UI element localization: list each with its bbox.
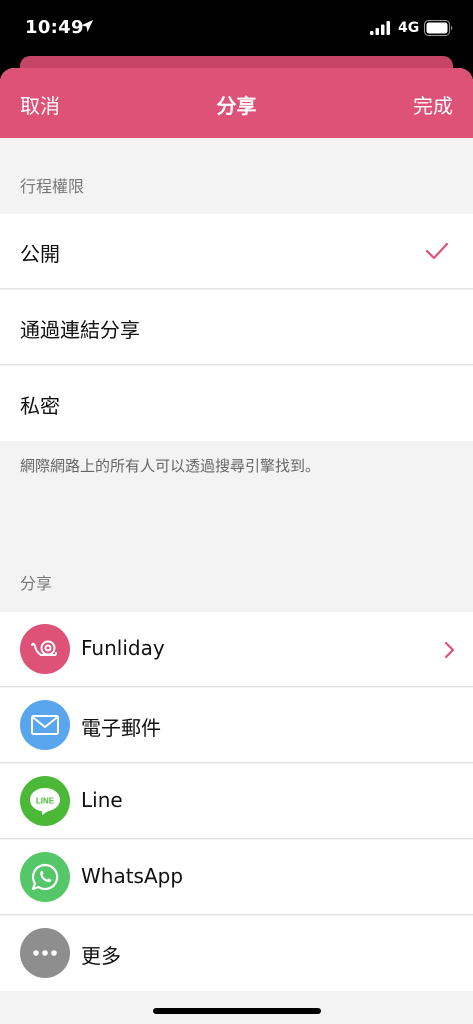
navigation-bar: 分享 取消 完成: [0, 68, 473, 138]
share-item-line[interactable]: LINE Line: [0, 764, 473, 839]
share-item-label: WhatsApp: [81, 864, 184, 888]
privacy-section-header: 行程權限: [20, 177, 85, 196]
privacy-section-footer: 網際網路上的所有人可以透過搜尋引擎找到。: [20, 457, 321, 475]
row-divider: [0, 762, 473, 763]
battery-icon: [424, 20, 453, 36]
privacy-option-label: 公開: [20, 242, 60, 266]
status-bar: 10:49 4G: [0, 0, 473, 56]
status-time: 10:49: [25, 17, 84, 38]
whatsapp-icon: [20, 852, 70, 902]
row-divider: [0, 288, 473, 289]
chevron-right-icon: [444, 641, 455, 659]
privacy-option-label: 私密: [20, 394, 60, 418]
share-item-whatsapp[interactable]: WhatsApp: [0, 840, 473, 915]
cancel-button[interactable]: 取消: [20, 90, 60, 119]
share-sheet: 分享 取消 完成 行程權限 公開 通過連結分享 私密 網際網路上的所有人可以透過…: [0, 68, 473, 1024]
line-icon: LINE: [20, 776, 70, 826]
cellular-signal-icon: [370, 21, 390, 35]
share-item-more[interactable]: 更多: [0, 916, 473, 991]
share-item-label: Funliday: [81, 636, 165, 660]
share-item-label: Line: [81, 788, 123, 812]
share-item-funliday[interactable]: Funliday: [0, 612, 473, 687]
location-arrow-icon: [81, 20, 93, 32]
checkmark-icon: [425, 242, 449, 260]
share-item-label: 更多: [81, 944, 121, 968]
share-item-email[interactable]: 電子郵件: [0, 688, 473, 763]
share-item-label: 電子郵件: [81, 716, 161, 740]
page-title: 分享: [216, 94, 257, 118]
home-indicator[interactable]: [153, 1008, 321, 1014]
more-icon: [20, 928, 70, 978]
network-type: 4G: [398, 20, 420, 36]
privacy-option-label: 通過連結分享: [20, 318, 140, 342]
share-section-header: 分享: [20, 574, 53, 593]
row-divider: [0, 686, 473, 687]
mail-icon: [20, 700, 70, 750]
privacy-option-link[interactable]: 通過連結分享: [0, 290, 473, 365]
privacy-option-private[interactable]: 私密: [0, 366, 473, 441]
row-divider: [0, 838, 473, 839]
done-button[interactable]: 完成: [413, 90, 453, 119]
row-divider: [0, 914, 473, 915]
svg-text:LINE: LINE: [36, 797, 55, 806]
funliday-snail-icon: [20, 624, 70, 674]
privacy-option-public[interactable]: 公開: [0, 214, 473, 289]
row-divider: [0, 364, 473, 365]
